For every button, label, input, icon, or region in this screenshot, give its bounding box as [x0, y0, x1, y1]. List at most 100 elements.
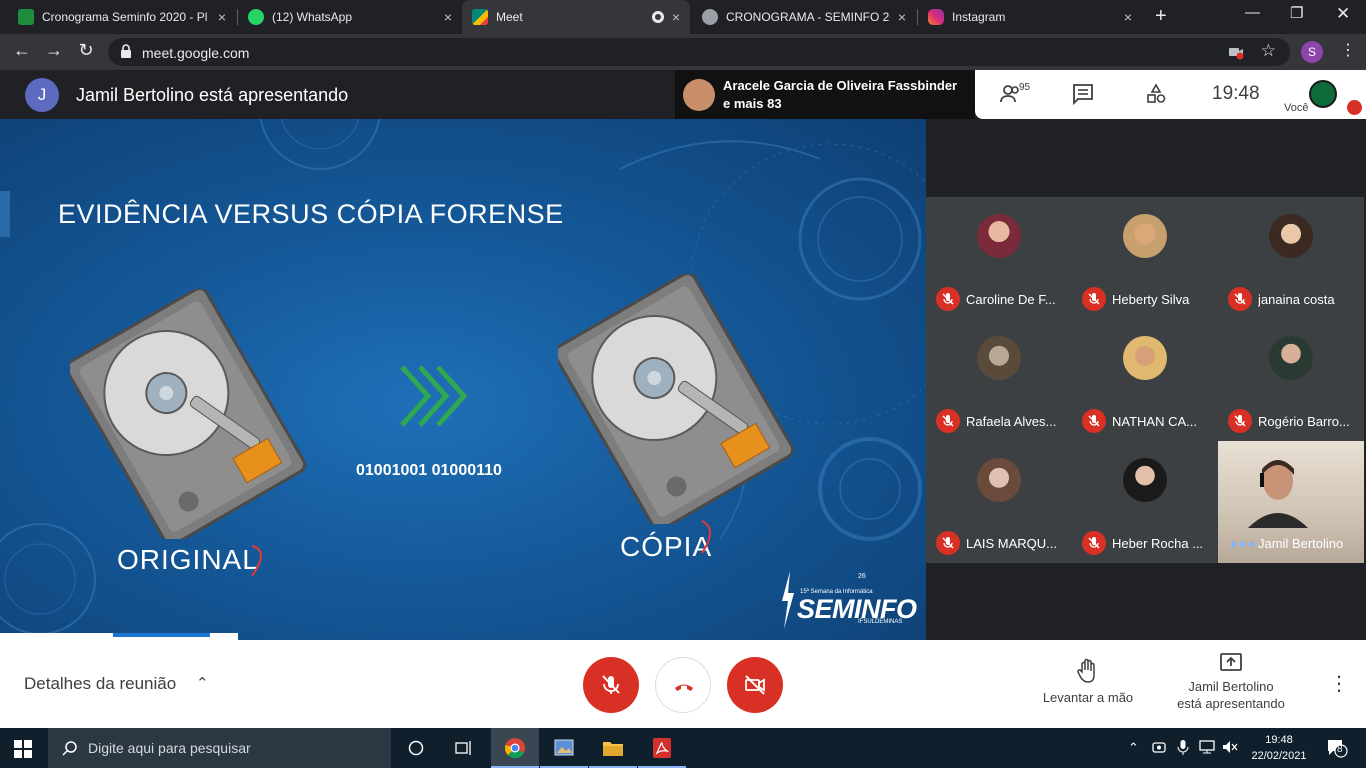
- participant-video-tile[interactable]: ●●● Jamil Bertolino: [1218, 441, 1364, 563]
- sheets-icon: [18, 9, 34, 25]
- raise-hand-label: Levantar a mão: [1042, 690, 1134, 705]
- meet-top-bar: J Jamil Bertolino está apresentando Arac…: [0, 70, 1366, 119]
- whatsapp-icon: [248, 9, 264, 25]
- mic-toggle-button[interactable]: [583, 657, 639, 713]
- binary-text: 01001001 01000110: [356, 462, 502, 479]
- chevron-up-icon[interactable]: ⌃: [196, 674, 209, 692]
- windows-start-icon[interactable]: [14, 740, 32, 758]
- meet-bottom-bar: Detalhes da reunião ⌃ Levantar a mão Jam…: [0, 640, 1366, 728]
- presenting-button[interactable]: Jamil Bertolino está apresentando: [1166, 652, 1296, 712]
- mic-off-icon: [936, 287, 960, 311]
- folder-icon: [603, 742, 623, 756]
- mic-off-icon: [602, 675, 620, 694]
- avatar: [1123, 458, 1167, 502]
- taskbar-acrobat[interactable]: [638, 728, 686, 768]
- camera-toggle-button[interactable]: [727, 657, 783, 713]
- participant-name: Heberty Silva: [1112, 292, 1190, 307]
- participant-tile[interactable]: Rogério Barro...: [1218, 319, 1364, 441]
- tab-cronograma-seminfo[interactable]: CRONOGRAMA - SEMINFO 2020 ×: [692, 0, 916, 34]
- activities-icon[interactable]: [1145, 83, 1167, 105]
- meeting-details-button[interactable]: Detalhes da reunião: [24, 674, 176, 694]
- bookmark-star-icon[interactable]: ☆: [1261, 41, 1276, 61]
- browser-toolbar: ← → ↻ meet.google.com ☆: [0, 34, 1366, 70]
- reload-icon[interactable]: ↻: [74, 40, 98, 61]
- participant-name: Caroline De F...: [966, 292, 1056, 307]
- participant-tile[interactable]: janaina costa: [1218, 197, 1364, 319]
- taskbar-clock[interactable]: 19:48 22/02/2021: [1246, 732, 1312, 764]
- mic-off-icon: [1082, 409, 1106, 433]
- search-icon: [62, 741, 77, 756]
- minimize-icon[interactable]: —: [1245, 4, 1260, 21]
- new-tab-button[interactable]: +: [1155, 5, 1167, 28]
- close-icon[interactable]: ×: [1124, 9, 1132, 25]
- task-view-button[interactable]: [440, 728, 488, 768]
- more-options-icon[interactable]: ⋮: [1329, 671, 1349, 696]
- presenter-avatar: J: [25, 78, 59, 112]
- notification-name: Aracele Garcia de Oliveira Fassbinder: [723, 78, 958, 93]
- microphone-tray-icon[interactable]: [1177, 740, 1189, 755]
- slide-page-number: 26: [858, 573, 866, 580]
- close-icon[interactable]: ×: [218, 9, 226, 25]
- avatar: [977, 336, 1021, 380]
- label-copy: CÓPIA: [620, 531, 713, 562]
- tab-cronograma-sheet[interactable]: Cronograma Seminfo 2020 - Pl ×: [8, 0, 236, 34]
- browser-menu-icon[interactable]: ⋮: [1340, 40, 1356, 60]
- mic-off-icon: [1228, 409, 1252, 433]
- windows-taskbar: Digite aqui para pesquisar ⌃ 19:48 22/02…: [0, 728, 1366, 768]
- taskbar-chrome[interactable]: [491, 728, 539, 768]
- restore-icon[interactable]: ❐: [1290, 4, 1303, 22]
- volume-muted-icon[interactable]: [1222, 740, 1238, 754]
- avatar: [977, 458, 1021, 502]
- participant-tile[interactable]: Heber Rocha ...: [1072, 441, 1218, 563]
- back-icon[interactable]: ←: [10, 40, 34, 61]
- meet-camera-tray-icon[interactable]: [1152, 740, 1166, 754]
- taskbar-time: 19:48: [1265, 734, 1293, 746]
- network-icon[interactable]: [1199, 740, 1215, 754]
- participant-tile[interactable]: Rafaela Alves...: [926, 319, 1072, 441]
- tab-meet[interactable]: Meet ×: [462, 0, 690, 34]
- recording-icon: [651, 11, 664, 23]
- participant-tile[interactable]: Caroline De F...: [926, 197, 1072, 319]
- mic-off-icon: [1082, 287, 1106, 311]
- participant-tile[interactable]: LAIS MARQU...: [926, 441, 1072, 563]
- window-close-icon[interactable]: ✕: [1336, 4, 1350, 24]
- taskbar-photos[interactable]: [540, 728, 588, 768]
- address-bar[interactable]: meet.google.com ☆: [108, 38, 1290, 66]
- participant-name: Rafaela Alves...: [966, 414, 1057, 429]
- taskbar-file-explorer[interactable]: [589, 728, 637, 768]
- raise-hand-button[interactable]: Levantar a mão: [1040, 658, 1136, 705]
- participant-name: Heber Rocha ...: [1112, 536, 1204, 551]
- slide-title: EVIDÊNCIA VERSUS CÓPIA FORENSE: [58, 199, 564, 229]
- tray-chevron-up-icon[interactable]: ⌃: [1128, 740, 1139, 756]
- presenter-banner: Jamil Bertolino está apresentando: [76, 85, 349, 105]
- avatar: [1269, 336, 1313, 380]
- profile-avatar[interactable]: S: [1301, 41, 1323, 63]
- close-icon[interactable]: ×: [672, 9, 680, 25]
- presenter-video: [1248, 460, 1308, 528]
- meeting-clock: 19:48: [1212, 83, 1260, 104]
- pdf-icon: [653, 738, 671, 758]
- meet-controls-panel: 95 19:48 Você: [975, 70, 1366, 119]
- tab-whatsapp[interactable]: (12) WhatsApp ×: [238, 0, 462, 34]
- forward-icon[interactable]: →: [42, 40, 66, 61]
- self-mic-off-icon: [1347, 100, 1362, 115]
- close-icon[interactable]: ×: [444, 9, 452, 25]
- chat-icon[interactable]: [1072, 83, 1094, 105]
- photos-icon: [554, 739, 574, 756]
- participant-name: Rogério Barro...: [1258, 414, 1350, 429]
- leave-call-button[interactable]: [655, 657, 711, 713]
- tab-title: CRONOGRAMA - SEMINFO 2020: [726, 10, 890, 24]
- notification-more: e mais 83: [723, 96, 782, 111]
- participant-name: NATHAN CA...: [1112, 414, 1197, 429]
- tab-title: Meet: [496, 10, 523, 24]
- avatar: [1269, 214, 1313, 258]
- action-center-button[interactable]: 8: [1326, 738, 1348, 763]
- close-icon[interactable]: ×: [898, 9, 906, 25]
- participant-tile[interactable]: NATHAN CA...: [1072, 319, 1218, 441]
- taskbar-search-box[interactable]: Digite aqui para pesquisar: [48, 728, 391, 768]
- presenting-label-1: Jamil Bertolino: [1188, 679, 1274, 694]
- participant-tile[interactable]: Heberty Silva: [1072, 197, 1218, 319]
- cortana-button[interactable]: [392, 728, 440, 768]
- tab-instagram[interactable]: Instagram ×: [918, 0, 1142, 34]
- camera-blocked-icon[interactable]: [1228, 44, 1244, 60]
